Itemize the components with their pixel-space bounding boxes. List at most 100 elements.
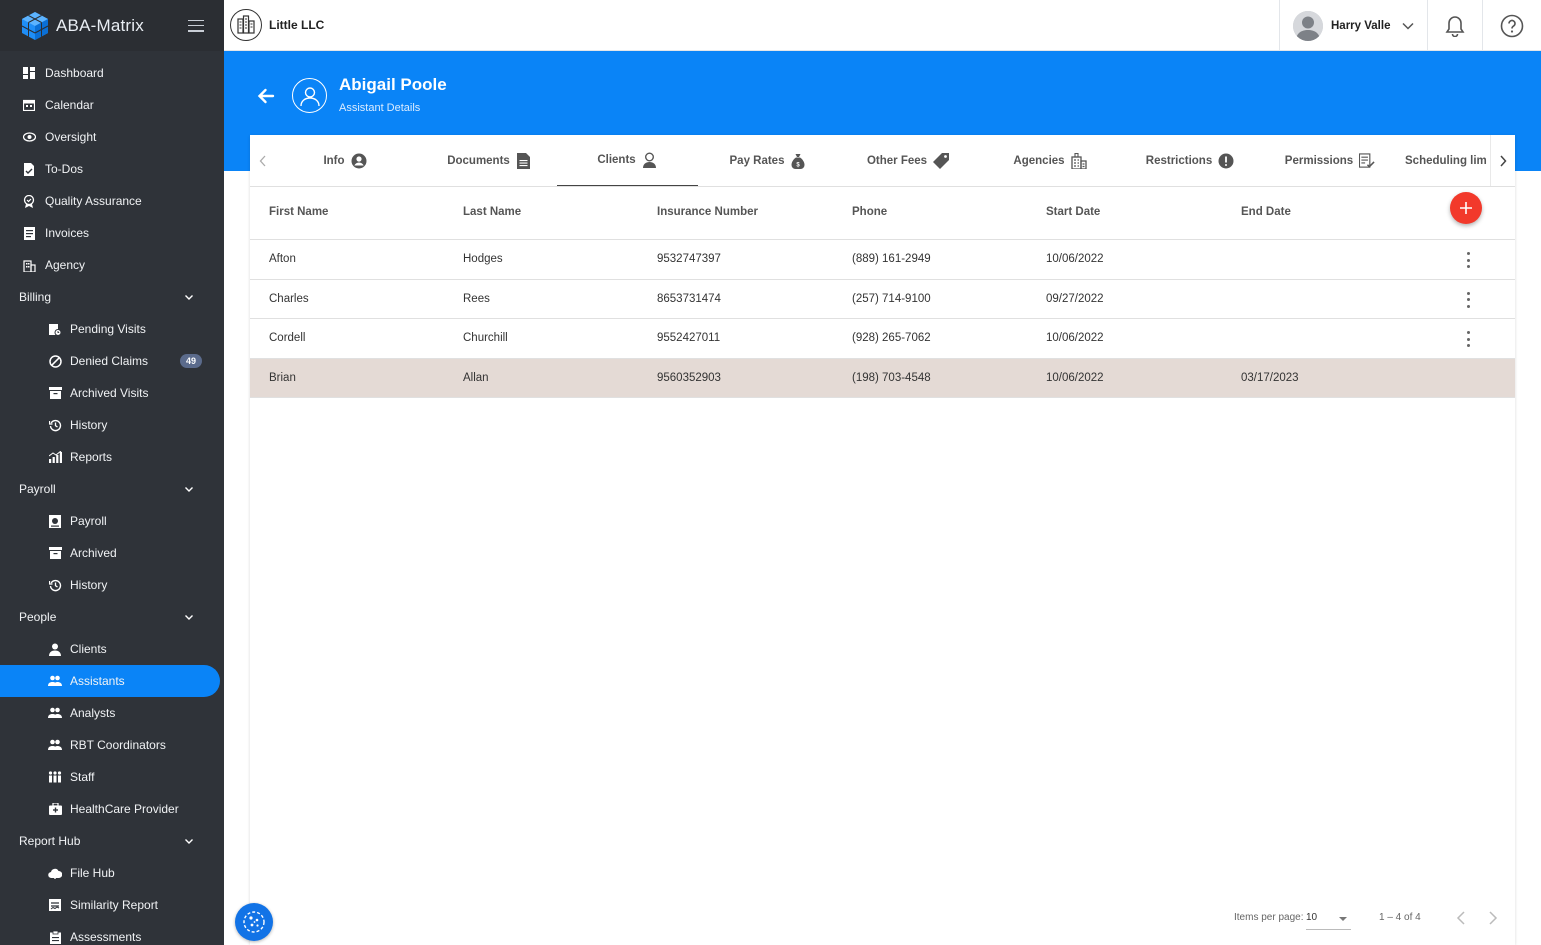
sidebar-item-archived-visits[interactable]: Archived Visits xyxy=(0,377,224,409)
sidebar-item-quality-assurance[interactable]: Quality Assurance xyxy=(0,185,224,217)
table-row[interactable]: Charles Rees 8653731474 (257) 714-9100 0… xyxy=(250,280,1515,319)
cell-insurance-number: 9560352903 xyxy=(657,371,721,384)
reports-icon xyxy=(48,450,62,464)
user-menu[interactable]: Harry Valle xyxy=(1279,0,1427,51)
sidebar-section-billing[interactable]: Billing xyxy=(0,281,224,313)
denied-claims-badge: 49 xyxy=(180,354,203,368)
medical-icon xyxy=(48,802,62,816)
sidebar-item-staff[interactable]: Staff xyxy=(0,761,224,793)
sidebar-item-payroll[interactable]: Payroll xyxy=(0,505,224,537)
more-vert-icon[interactable] xyxy=(1463,331,1473,347)
cell-start-date: 10/06/2022 xyxy=(1046,371,1104,384)
column-header-phone[interactable]: Phone xyxy=(852,206,887,218)
denied-icon xyxy=(48,354,62,368)
help-button[interactable] xyxy=(1482,0,1541,51)
sidebar-item-invoices[interactable]: Invoices xyxy=(0,217,224,249)
next-page-button[interactable] xyxy=(1485,908,1501,928)
sidebar-item-rbt-coordinators[interactable]: RBT Coordinators xyxy=(0,729,224,761)
cookie-settings-button[interactable] xyxy=(235,903,273,941)
table-row[interactable]: Afton Hodges 9532747397 (889) 161-2949 1… xyxy=(250,240,1515,280)
account-circle-icon xyxy=(351,153,367,169)
person-avatar-icon xyxy=(292,78,327,113)
sidebar-item-label: Calendar xyxy=(45,98,94,112)
tab-agencies[interactable]: Agencies xyxy=(980,135,1120,186)
cookie-icon xyxy=(243,911,265,933)
sidebar-item-similarity-report[interactable]: Similarity Report xyxy=(0,889,224,921)
cell-first-name: Charles xyxy=(269,292,309,305)
sidebar-item-analysts[interactable]: Analysts xyxy=(0,697,224,729)
table-row-selected[interactable]: Brian Allan 9560352903 (198) 703-4548 10… xyxy=(250,358,1515,398)
sidebar-item-denied-claims[interactable]: Denied Claims 49 xyxy=(0,345,224,377)
tab-permissions[interactable]: Permissions xyxy=(1260,135,1400,186)
tab-scroll-right-button[interactable] xyxy=(1490,135,1515,186)
sidebar-item-todos[interactable]: To-Dos xyxy=(0,153,224,185)
clients-table: First Name Last Name Insurance Number Ph… xyxy=(250,187,1515,398)
company-name[interactable]: Little LLC xyxy=(269,18,324,32)
brand-bar: ABA-Matrix xyxy=(0,0,224,51)
column-header-first-name[interactable]: First Name xyxy=(269,206,328,218)
table-row[interactable]: Cordell Churchill 9552427011 (928) 265-7… xyxy=(250,319,1515,359)
sidebar-item-dashboard[interactable]: Dashboard xyxy=(0,57,224,89)
sidebar-item-label: File Hub xyxy=(70,866,115,880)
sidebar-section-people[interactable]: People xyxy=(0,601,224,633)
sidebar-item-calendar[interactable]: Calendar xyxy=(0,89,224,121)
more-vert-icon[interactable] xyxy=(1463,291,1473,308)
add-client-button[interactable] xyxy=(1450,192,1482,224)
sidebar-item-billing-history[interactable]: History xyxy=(0,409,224,441)
sidebar-section-payroll[interactable]: Payroll xyxy=(0,473,224,505)
column-header-end-date[interactable]: End Date xyxy=(1241,206,1291,218)
tab-scheduling-limits[interactable]: Scheduling lim xyxy=(1405,135,1495,186)
eye-icon xyxy=(22,130,36,144)
tab-info[interactable]: Info xyxy=(280,135,410,186)
bell-icon xyxy=(1445,15,1465,37)
sidebar-item-payroll-history[interactable]: History xyxy=(0,569,224,601)
cell-phone: (257) 714-9100 xyxy=(852,292,931,305)
person-icon xyxy=(48,642,62,656)
column-header-start-date[interactable]: Start Date xyxy=(1046,206,1100,218)
sidebar-item-label: RBT Coordinators xyxy=(70,738,166,752)
menu-toggle-icon[interactable] xyxy=(188,19,204,32)
caret-down-icon xyxy=(1339,917,1347,921)
tab-pay-rates[interactable]: Pay Rates $ xyxy=(698,135,838,186)
sidebar-item-label: Reports xyxy=(70,450,113,464)
sidebar-item-oversight[interactable]: Oversight xyxy=(0,121,224,153)
tab-documents[interactable]: Documents xyxy=(417,135,562,186)
tab-scroll-left-button[interactable] xyxy=(250,135,275,186)
chevron-down-icon xyxy=(185,615,193,620)
sidebar-item-assessments[interactable]: Assessments xyxy=(0,921,224,945)
sidebar-item-clients[interactable]: Clients xyxy=(0,633,224,665)
staff-icon xyxy=(48,770,62,784)
column-header-last-name[interactable]: Last Name xyxy=(463,206,521,218)
sidebar-item-agency[interactable]: Agency xyxy=(0,249,224,281)
sidebar-item-file-hub[interactable]: File Hub xyxy=(0,857,224,889)
column-header-insurance-number[interactable]: Insurance Number xyxy=(657,206,758,218)
notifications-button[interactable] xyxy=(1427,0,1482,51)
group-icon xyxy=(48,674,62,688)
calendar-icon xyxy=(22,98,36,112)
sidebar-item-label: Similarity Report xyxy=(70,898,159,912)
history-icon xyxy=(48,578,62,592)
cell-last-name: Churchill xyxy=(463,332,508,344)
sidebar-item-reports[interactable]: Reports xyxy=(0,441,224,473)
tab-restrictions[interactable]: Restrictions xyxy=(1120,135,1260,186)
plus-icon xyxy=(1460,202,1472,214)
group-icon xyxy=(48,738,62,752)
sidebar-item-payroll-archived[interactable]: Archived xyxy=(0,537,224,569)
sidebar-item-pending-visits[interactable]: Pending Visits xyxy=(0,313,224,345)
tab-other-fees[interactable]: Other Fees xyxy=(838,135,978,186)
app-logo-icon xyxy=(21,11,49,40)
items-per-page-select[interactable]: 10 xyxy=(1306,908,1351,930)
sidebar-section-report-hub[interactable]: Report Hub xyxy=(0,825,224,857)
previous-page-button[interactable] xyxy=(1453,908,1469,928)
cell-start-date: 09/27/2022 xyxy=(1046,292,1104,305)
sidebar-item-healthcare-provider[interactable]: HealthCare Provider xyxy=(0,793,224,825)
tab-clients[interactable]: Clients xyxy=(557,135,698,186)
more-vert-icon[interactable] xyxy=(1463,252,1473,268)
tab-label: Other Fees xyxy=(866,155,928,167)
back-arrow-icon[interactable] xyxy=(256,86,276,106)
money-bag-icon: $ xyxy=(790,153,806,169)
sidebar-item-label: Denied Claims xyxy=(70,354,149,368)
sidebar-item-assistants[interactable]: Assistants xyxy=(0,665,220,697)
tab-label: Clients xyxy=(597,154,636,166)
cell-last-name: Allan xyxy=(463,371,489,384)
